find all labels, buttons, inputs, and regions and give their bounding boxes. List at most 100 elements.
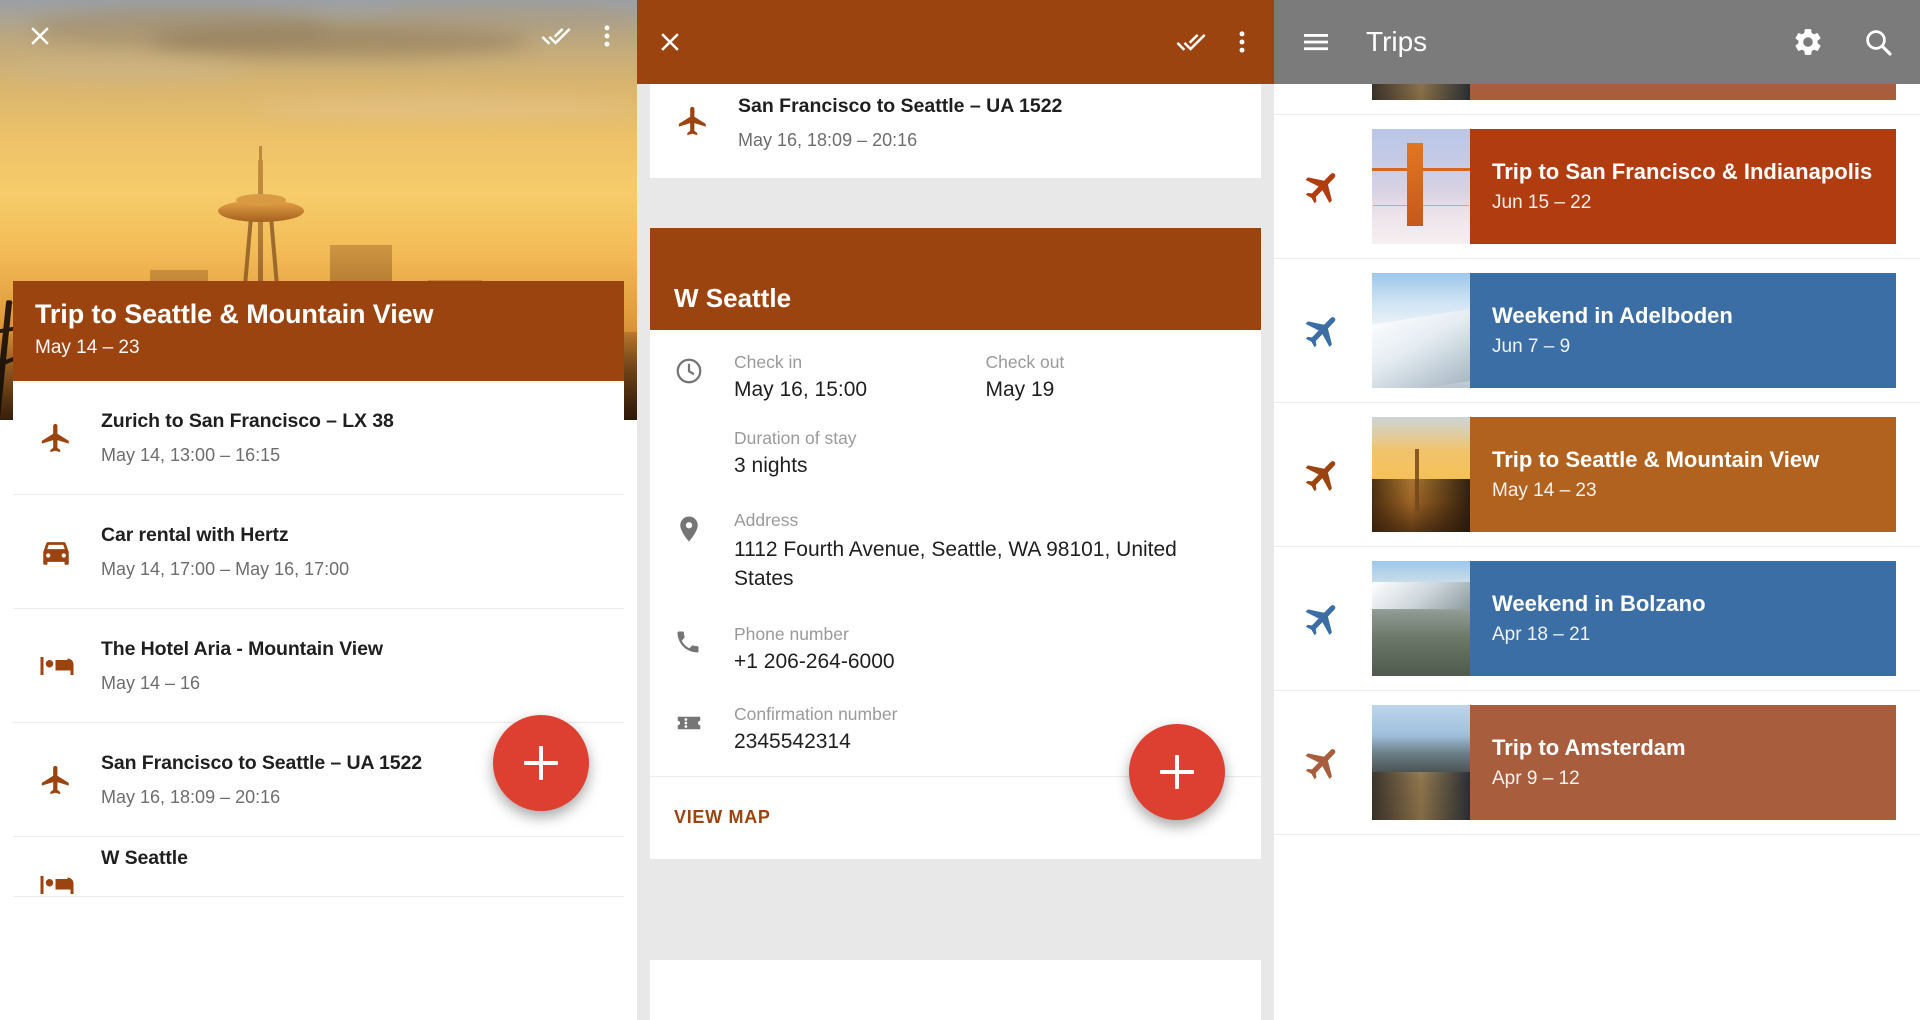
gear-icon	[1792, 26, 1824, 58]
flight-subtitle: May 16, 18:09 – 20:16	[738, 130, 1062, 151]
trip-title-banner: Trip to Seattle & Mountain View May 14 –…	[13, 281, 624, 381]
add-icon	[524, 746, 558, 780]
flight-summary-card[interactable]: San Francisco to Seattle – UA 1522 May 1…	[650, 68, 1261, 178]
reservation-detail-panel: San Francisco to Seattle – UA 1522 May 1…	[637, 0, 1274, 1020]
more-vert-icon	[1228, 28, 1256, 56]
phone-value: +1 206-264-6000	[734, 650, 1237, 674]
trip-item-row[interactable]: Zurich to San Francisco – LX 38 May 14, …	[13, 381, 624, 495]
trip-dates: Apr 9 – 12	[1492, 768, 1874, 790]
duration-field: Duration of stay 3 nights	[734, 428, 1237, 478]
trip-list-item[interactable]: Trip to Amsterdam Apr 9 – 12	[1274, 691, 1920, 835]
close-icon	[655, 27, 685, 57]
trip-thumbnail	[1372, 561, 1470, 676]
flight-icon	[1293, 733, 1352, 792]
hotel-card-header: W Seattle	[650, 228, 1261, 330]
flight-icon	[1293, 157, 1352, 216]
trip-item-title: The Hotel Aria - Mountain View	[101, 638, 383, 661]
trip-list-item[interactable]: Weekend in Bolzano Apr 18 – 21	[1274, 547, 1920, 691]
hotel-field-row: Duration of stay 3 nights	[650, 402, 1261, 478]
trip-title: Trip to Seattle & Mountain View	[1492, 447, 1874, 473]
address-field: Address 1112 Fourth Avenue, Seattle, WA …	[734, 510, 1237, 594]
confirmation-label: Confirmation number	[734, 704, 1237, 725]
done-all-icon	[541, 21, 571, 51]
settings-button[interactable]	[1792, 26, 1824, 58]
phone-icon	[674, 624, 734, 674]
flight-icon	[1293, 301, 1352, 360]
trip-item-title: Zurich to San Francisco – LX 38	[101, 410, 394, 433]
trip-item-row[interactable]: W Seattle	[13, 837, 624, 897]
close-icon	[25, 21, 55, 51]
trip-item-subtitle: May 14, 17:00 – May 16, 17:00	[101, 559, 349, 580]
flight-icon	[1293, 589, 1352, 648]
hotel-icon	[39, 831, 101, 903]
trip-title: Trip to Amsterdam	[1492, 735, 1874, 761]
trip-item-title: San Francisco to Seattle – UA 1522	[101, 752, 422, 775]
trip-thumbnail	[1372, 705, 1470, 820]
hamburger-menu-icon	[1300, 26, 1332, 58]
flight-title: San Francisco to Seattle – UA 1522	[738, 95, 1062, 118]
trip-list-item[interactable]: Weekend in Adelboden Jun 7 – 9	[1274, 259, 1920, 403]
hotel-icon	[39, 648, 101, 684]
trip-item-row[interactable]: Car rental with Hertz May 14, 17:00 – Ma…	[13, 495, 624, 609]
check-in-field: Check in May 16, 15:00	[734, 352, 986, 402]
trip-dates: Jun 7 – 9	[1492, 336, 1874, 358]
done-all-icon	[1176, 27, 1206, 57]
trip-list-item[interactable]: Trip to Seattle & Mountain View May 14 –…	[1274, 403, 1920, 547]
hotel-field-row: Address 1112 Fourth Avenue, Seattle, WA …	[650, 478, 1261, 594]
trip-item-subtitle: May 14 – 16	[101, 673, 383, 694]
car-icon	[39, 535, 101, 569]
hotel-field-row: Phone number +1 206-264-6000	[650, 594, 1261, 674]
trip-detail-appbar-actions	[541, 16, 621, 56]
place-icon	[674, 510, 734, 594]
next-reservation-card[interactable]	[650, 960, 1261, 1020]
add-trip-fab[interactable]	[493, 715, 589, 811]
check-out-field: Check out May 19	[986, 352, 1238, 402]
menu-button[interactable]	[1300, 26, 1332, 58]
close-button[interactable]	[655, 27, 685, 57]
trip-list-item[interactable]: Trip to San Francisco & Indianapolis Jun…	[1274, 115, 1920, 259]
flight-icon	[39, 763, 101, 797]
flight-icon	[676, 104, 738, 143]
trip-dates: Jun 15 – 22	[1492, 192, 1874, 214]
ticket-icon	[674, 704, 734, 754]
address-value: 1112 Fourth Avenue, Seattle, WA 98101, U…	[734, 536, 1237, 594]
trip-thumbnail	[1372, 273, 1470, 388]
overflow-menu-button[interactable]	[1228, 28, 1256, 56]
reservation-appbar-actions	[1176, 27, 1256, 57]
check-in-label: Check in	[734, 352, 986, 373]
close-button[interactable]	[20, 16, 60, 56]
more-vert-icon	[593, 22, 621, 50]
add-reservation-fab[interactable]	[1129, 724, 1225, 820]
check-in-value: May 16, 15:00	[734, 378, 986, 402]
trip-thumbnail	[1372, 129, 1470, 244]
trip-item-subtitle: May 14, 13:00 – 16:15	[101, 445, 394, 466]
add-icon	[1160, 755, 1194, 789]
trip-dates: May 14 – 23	[35, 337, 602, 359]
search-button[interactable]	[1862, 26, 1894, 58]
reservation-appbar	[637, 0, 1274, 84]
trips-list-panel: Trips	[1274, 0, 1920, 1020]
phone-field: Phone number +1 206-264-6000	[734, 624, 1237, 674]
done-all-button[interactable]	[1176, 27, 1206, 57]
trip-items-list: Zurich to San Francisco – LX 38 May 14, …	[13, 381, 624, 897]
check-out-value: May 19	[986, 378, 1238, 402]
phone-label: Phone number	[734, 624, 1237, 645]
overflow-menu-button[interactable]	[593, 22, 621, 50]
app-screen: Trip to Seattle & Mountain View May 14 –…	[0, 0, 1920, 1020]
trip-title: Weekend in Bolzano	[1492, 591, 1874, 617]
trip-item-title: W Seattle	[101, 847, 188, 870]
trip-item-title: Car rental with Hertz	[101, 524, 349, 547]
trips-list: Jul 16 – 20 Trip to San Francisco & Indi…	[1274, 0, 1920, 835]
page-title: Trips	[1366, 26, 1427, 58]
trip-title: Trip to Seattle & Mountain View	[35, 299, 602, 329]
trip-item-row[interactable]: The Hotel Aria - Mountain View May 14 – …	[13, 609, 624, 723]
duration-label: Duration of stay	[734, 428, 1237, 449]
flight-icon	[1293, 445, 1352, 504]
hotel-field-row: Check in May 16, 15:00 Check out May 19	[650, 330, 1261, 402]
trip-thumbnail	[1372, 417, 1470, 532]
clock-icon	[674, 352, 734, 402]
trip-item-subtitle: May 16, 18:09 – 20:16	[101, 787, 422, 808]
address-label: Address	[734, 510, 1237, 531]
trip-title: Trip to San Francisco & Indianapolis	[1492, 159, 1874, 185]
done-all-button[interactable]	[541, 21, 571, 51]
